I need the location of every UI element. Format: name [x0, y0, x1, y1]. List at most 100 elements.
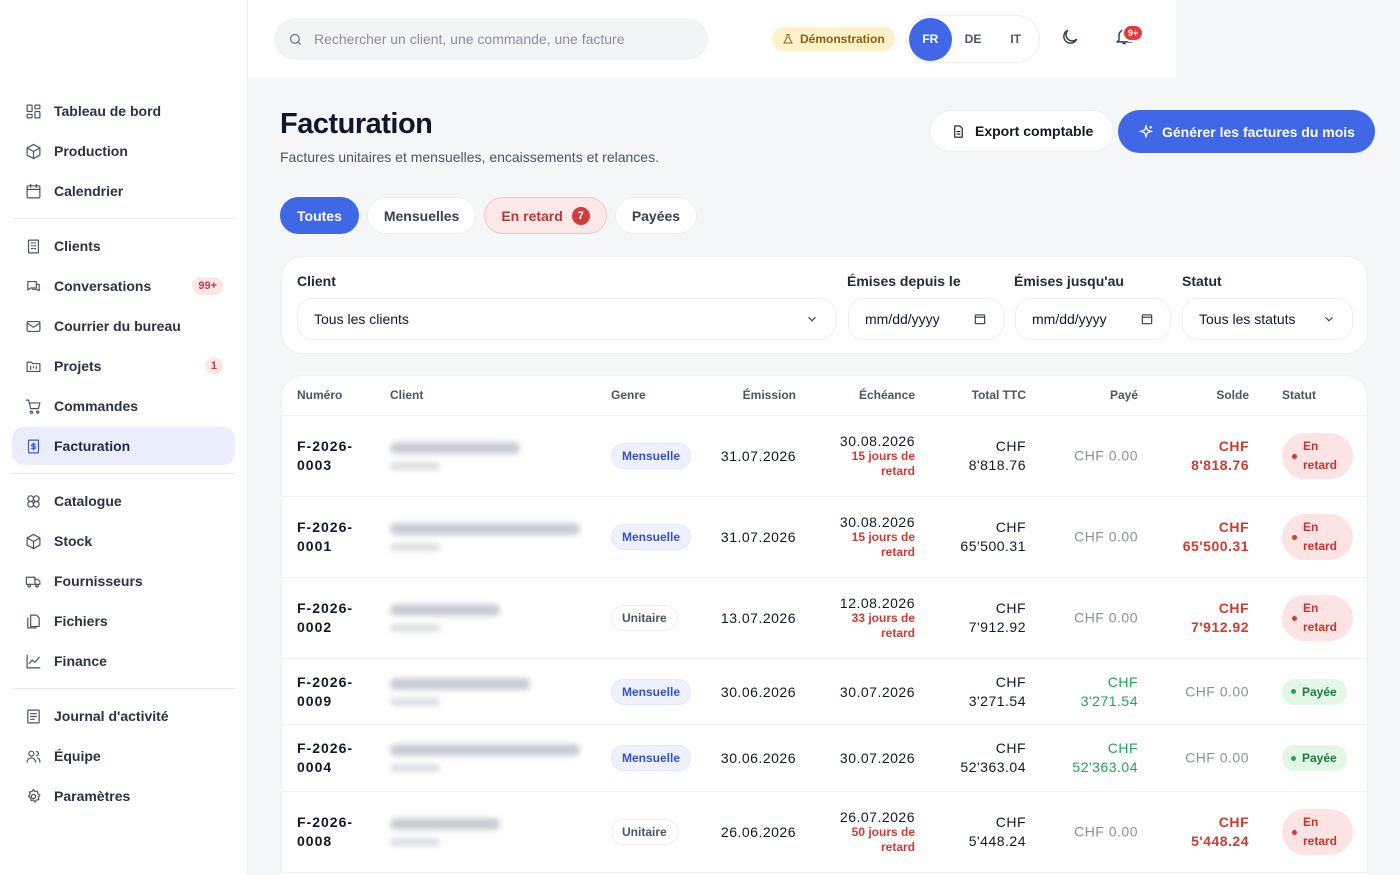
paid-amount: CHF 0.00	[1074, 609, 1138, 628]
sidebar-item-clients[interactable]: Clients	[12, 227, 235, 265]
paid-line-2: 52'363.04	[1072, 759, 1138, 775]
table-row[interactable]: F-2026- 0004 Mensuelle 30.06.2026 30.07.2026…	[282, 725, 1367, 792]
table-row[interactable]: F-2026- 0008 Unitaire 26.06.2026 26.07.2026 5…	[282, 792, 1367, 873]
col-client[interactable]: Client	[390, 388, 423, 402]
paid-amount: CHF 0.00	[1074, 823, 1138, 842]
status-line-2: retard	[1303, 620, 1338, 634]
table-row[interactable]: F-2026- 0001 Mensuelle 31.07.2026 30.08.2026…	[282, 497, 1367, 578]
status-badge: En retard	[1282, 595, 1353, 641]
col-emission[interactable]: Émission	[743, 388, 796, 402]
chevron-down-icon	[808, 316, 816, 322]
status-line-1: En	[1303, 439, 1319, 453]
sidebar-item-equipe[interactable]: Équipe	[12, 737, 235, 775]
sidebar-item-projets[interactable]: Projets 1	[12, 347, 235, 385]
invoice-number[interactable]: F-2026- 0003	[297, 437, 377, 475]
col-total[interactable]: Total TTC	[972, 388, 1026, 402]
sidebar-item-fournisseurs[interactable]: Fournisseurs	[12, 562, 235, 600]
status-line-1: En	[1303, 520, 1319, 534]
emission-date: 26.06.2026	[720, 824, 796, 840]
tab-mensuelles[interactable]: Mensuelles	[366, 197, 477, 234]
calendar-icon	[24, 182, 42, 200]
invoices-table: Numéro Client Genre Émission Échéance To…	[281, 375, 1368, 875]
col-genre[interactable]: Genre	[611, 388, 646, 402]
client-name-redacted	[390, 818, 580, 846]
sidebar-item-conversations[interactable]: Conversations 99+	[12, 267, 235, 305]
lang-it-button[interactable]: IT	[994, 18, 1037, 61]
status-filter-label: Statut	[1182, 273, 1222, 289]
invoice-number[interactable]: F-2026- 0008	[297, 813, 377, 851]
status-badge: En retard	[1282, 809, 1353, 855]
col-paye[interactable]: Payé	[1110, 388, 1138, 402]
emission-date: 30.06.2026	[720, 750, 796, 766]
sidebar-item-catalogue[interactable]: Catalogue	[12, 482, 235, 520]
status-line-2: retard	[1303, 458, 1338, 472]
mail-icon	[24, 317, 42, 335]
balance-line-1: CHF	[1218, 814, 1249, 830]
cart-icon	[24, 397, 42, 415]
tab-en-retard[interactable]: En retard 7	[484, 197, 607, 234]
sidebar-item-courrier[interactable]: Courrier du bureau	[12, 307, 235, 345]
lang-de-button[interactable]: DE	[952, 18, 995, 61]
table-row[interactable]: F-2026- 0003 Mensuelle 31.07.2026 30.08.2026…	[282, 416, 1367, 497]
sidebar-item-journal[interactable]: Journal d'activité	[12, 697, 235, 735]
table-row[interactable]: F-2026- 0002 Unitaire 13.07.2026 12.08.2026 3…	[282, 578, 1367, 659]
status-label: Payée	[1302, 684, 1337, 699]
tab-payees[interactable]: Payées	[614, 197, 698, 234]
package-icon	[24, 142, 42, 160]
invoice-number[interactable]: F-2026- 0002	[297, 599, 377, 637]
sidebar-item-calendrier[interactable]: Calendrier	[12, 172, 235, 210]
status-select[interactable]: Tous les statuts	[1182, 298, 1353, 340]
status-label: Payée	[1302, 751, 1337, 765]
sidebar-item-dashboard[interactable]: Tableau de bord	[12, 92, 235, 130]
col-statut[interactable]: Statut	[1282, 388, 1316, 402]
invoice-number[interactable]: F-2026- 0004	[297, 739, 377, 777]
sidebar-divider	[12, 688, 235, 689]
to-date-input[interactable]: mm/dd/yyyy	[1015, 298, 1171, 340]
from-date-input[interactable]: mm/dd/yyyy	[848, 298, 1004, 340]
journal-icon	[24, 707, 42, 725]
col-solde[interactable]: Solde	[1216, 388, 1249, 402]
demo-badge: Démonstration	[772, 27, 895, 51]
sidebar-item-commandes[interactable]: Commandes	[12, 387, 235, 425]
paid-amount: CHF 52'363.04	[1072, 739, 1138, 777]
sidebar-item-finance[interactable]: Finance	[12, 642, 235, 680]
page-subtitle: Factures unitaires et mensuelles, encais…	[280, 149, 659, 165]
invoice-number-suffix: 0008	[297, 833, 333, 849]
chevron-down-icon	[1325, 316, 1333, 322]
invoice-icon	[24, 437, 42, 455]
sidebar-item-label: Projets	[54, 358, 102, 374]
invoice-number-prefix: F-2026-	[297, 519, 354, 535]
search-input[interactable]: Rechercher un client, une commande, une …	[274, 18, 708, 60]
status-dot	[1292, 829, 1297, 835]
lang-fr-button[interactable]: FR	[909, 17, 952, 61]
sidebar-item-label: Tableau de bord	[54, 103, 162, 119]
invoice-number[interactable]: F-2026- 0001	[297, 518, 377, 556]
col-echeance[interactable]: Échéance	[859, 388, 915, 402]
tab-toutes[interactable]: Toutes	[280, 197, 359, 234]
gear-icon	[24, 787, 42, 805]
sidebar-divider	[12, 473, 235, 474]
balance-line-1: CHF 0.00	[1185, 683, 1249, 699]
balance-amount: CHF 5'448.24	[1191, 813, 1249, 851]
sidebar-item-production[interactable]: Production	[12, 132, 235, 170]
invoice-number-suffix: 0004	[297, 759, 333, 775]
paid-line-2: 3'271.54	[1080, 692, 1138, 709]
dark-mode-toggle[interactable]	[1060, 27, 1084, 51]
balance-line-1: CHF	[1218, 438, 1249, 454]
genre-badge: Mensuelle	[611, 443, 692, 469]
client-select[interactable]: Tous les clients	[297, 298, 836, 340]
due-date: 30.08.2026 15 jours de retard	[840, 514, 915, 560]
table-row[interactable]: F-2026- 0009 Mensuelle 30.06.2026 30.07.2026…	[282, 659, 1367, 725]
sidebar-item-fichiers[interactable]: Fichiers	[12, 602, 235, 640]
sidebar-item-stock[interactable]: Stock	[12, 522, 235, 560]
sidebar-item-facturation[interactable]: Facturation	[12, 427, 235, 465]
page-title: Facturation	[280, 108, 433, 140]
due-date-value: 30.07.2026	[839, 750, 915, 766]
col-numero[interactable]: Numéro	[297, 388, 342, 402]
generate-invoices-button[interactable]: Générer les factures du mois	[1118, 110, 1375, 153]
sidebar-item-parametres[interactable]: Paramètres	[12, 777, 235, 815]
invoice-number[interactable]: F-2026- 0009	[297, 673, 377, 711]
catalog-icon	[24, 492, 42, 510]
client-name-redacted	[390, 677, 580, 706]
export-button[interactable]: Export comptable	[930, 110, 1115, 152]
